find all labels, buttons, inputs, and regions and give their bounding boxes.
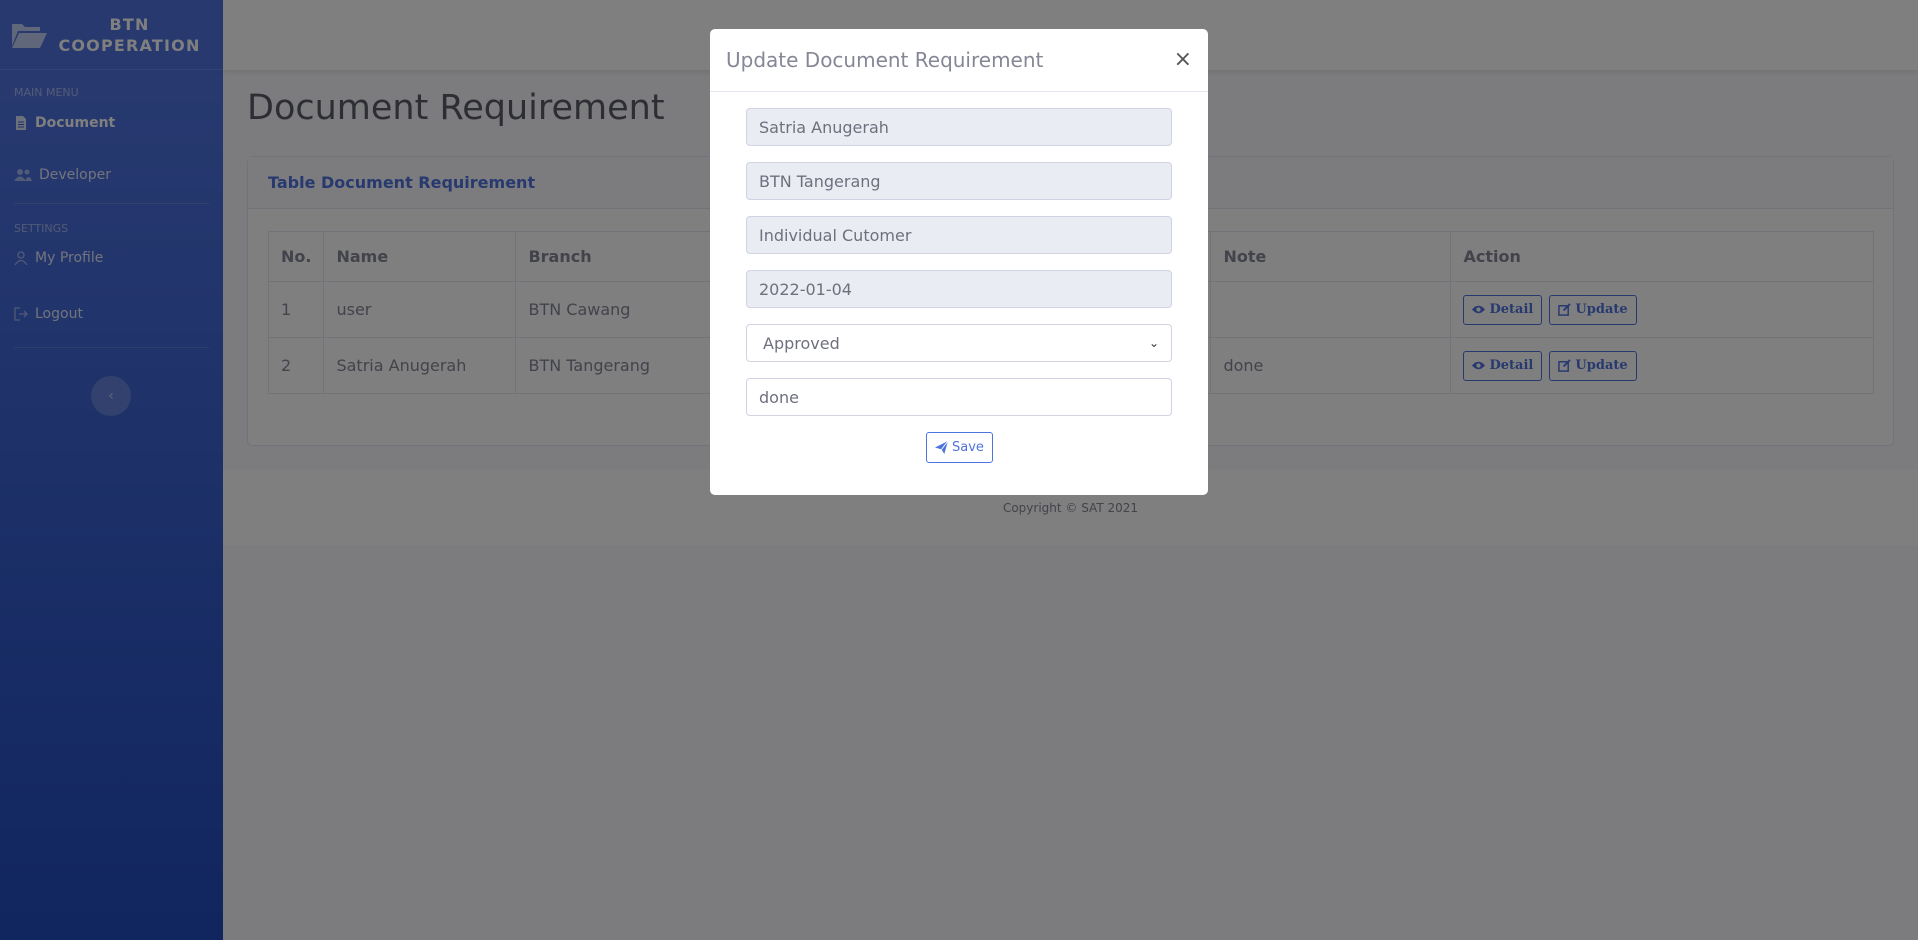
save-button-label: Save xyxy=(952,440,984,455)
customer-type-field[interactable]: Individual Cutomer xyxy=(746,216,1172,254)
modal-title: Update Document Requirement xyxy=(726,48,1044,72)
date-field[interactable]: 2022-01-04 xyxy=(746,270,1172,308)
chevron-down-icon: ⌄ xyxy=(1148,336,1159,350)
close-icon[interactable]: × xyxy=(1174,49,1192,71)
save-button[interactable]: Save xyxy=(926,432,993,463)
paper-plane-icon xyxy=(935,441,948,454)
note-field[interactable]: done xyxy=(746,378,1172,416)
name-field[interactable]: Satria Anugerah xyxy=(746,108,1172,146)
modal-header: Update Document Requirement × xyxy=(710,29,1208,92)
status-select[interactable]: Approved ⌄ xyxy=(746,324,1172,362)
update-document-modal: Update Document Requirement × Satria Anu… xyxy=(710,29,1208,495)
status-selected-value: Approved xyxy=(763,333,840,353)
branch-field[interactable]: BTN Tangerang xyxy=(746,162,1172,200)
